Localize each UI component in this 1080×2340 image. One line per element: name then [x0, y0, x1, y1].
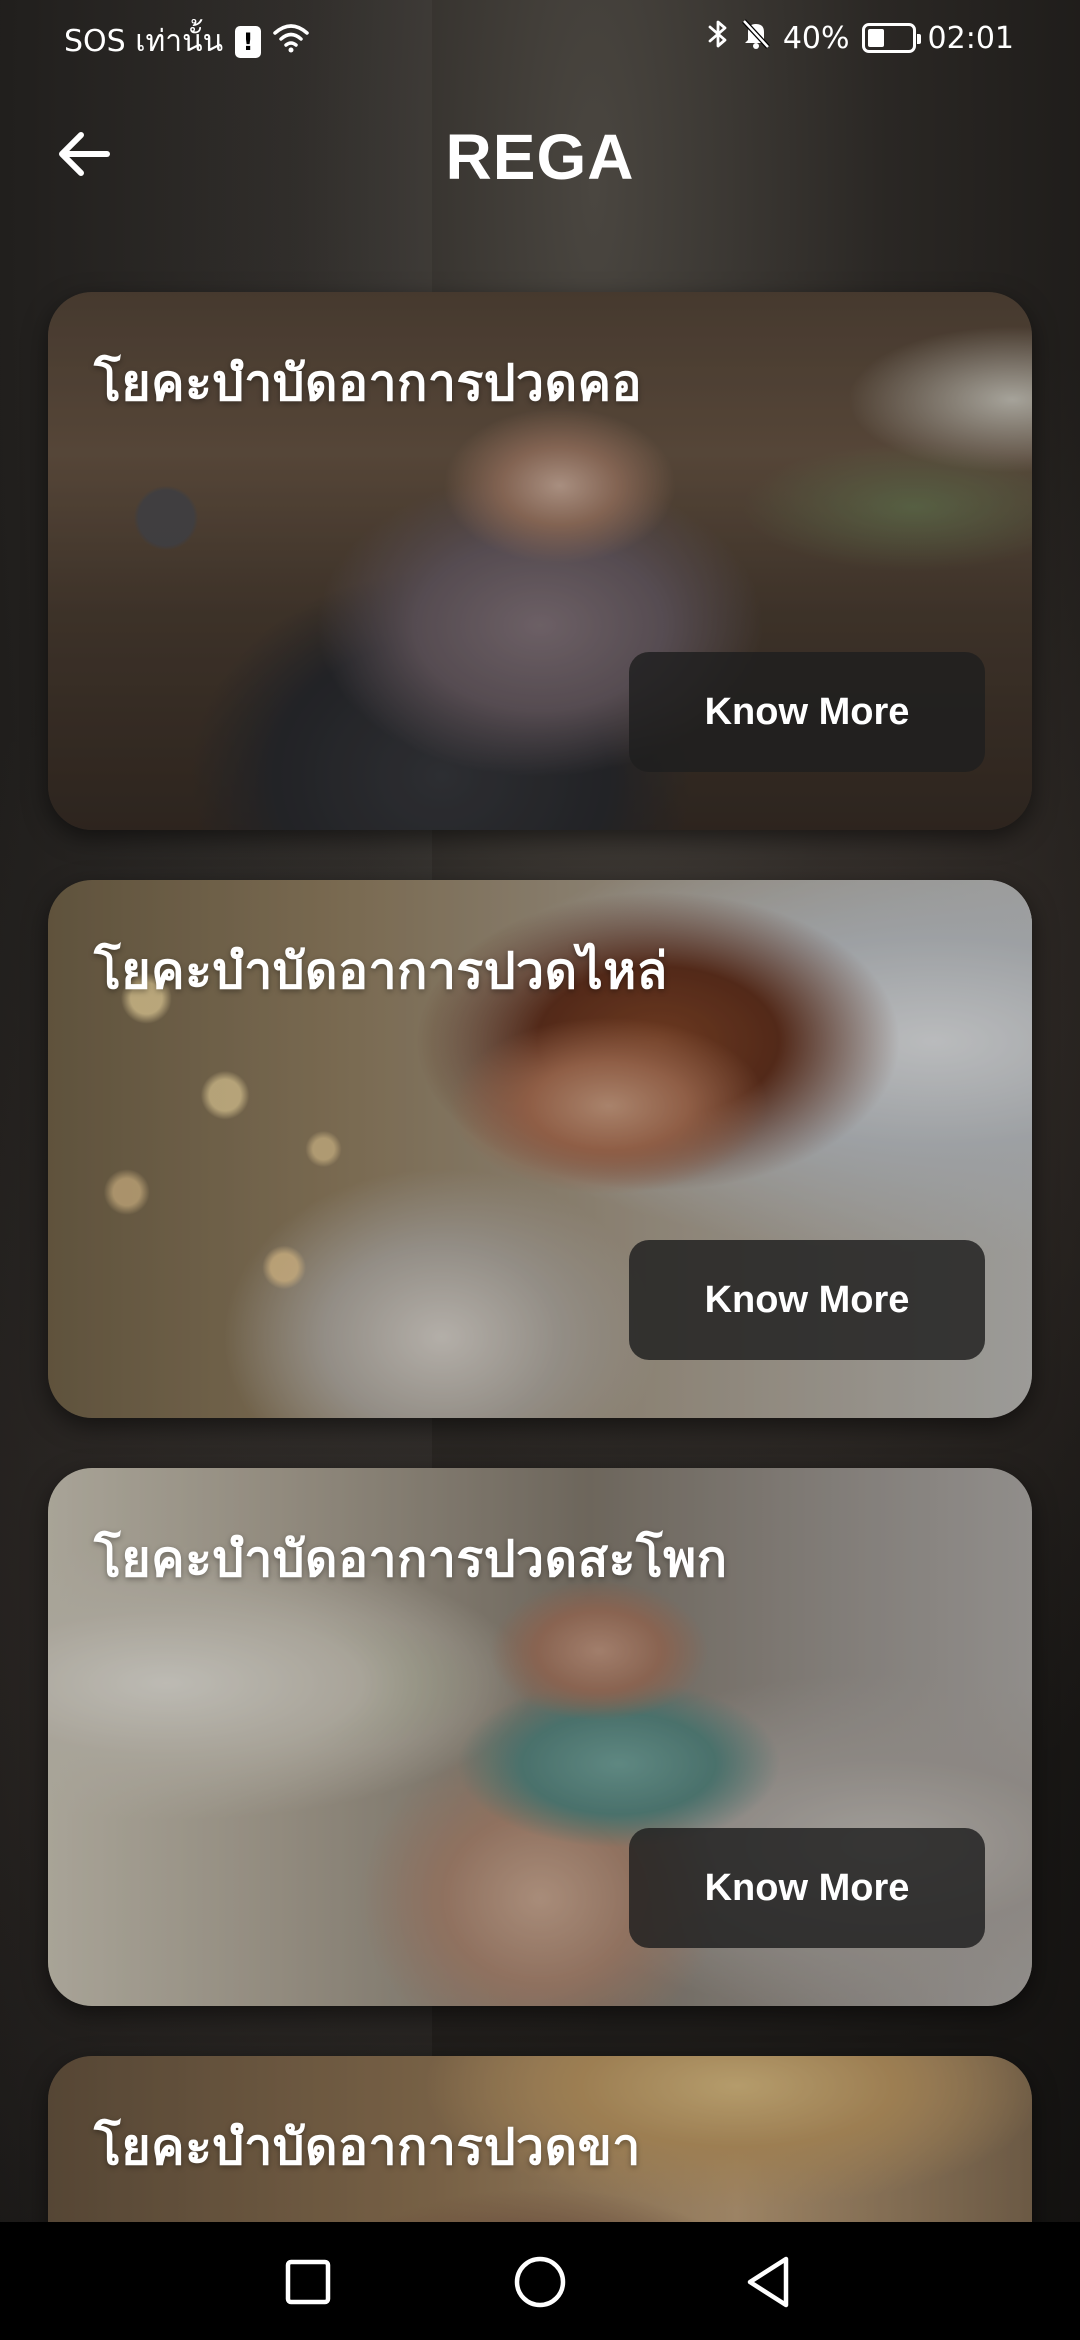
status-left: SOS เท่านั้น ! — [64, 18, 309, 65]
card-title: โยคะบำบัดอาการปวดคอ — [94, 354, 643, 412]
card-hip-pain[interactable]: โยคะบำบัดอาการปวดสะโพก Know More — [48, 1468, 1032, 2006]
know-more-button[interactable]: Know More — [629, 1828, 985, 1948]
carrier-text: SOS เท่านั้น — [64, 24, 224, 59]
card-shoulder-pain[interactable]: โยคะบำบัดอาการปวดไหล่ Know More — [48, 880, 1032, 1418]
card-neck-pain[interactable]: โยคะบำบัดอาการปวดคอ Know More — [48, 292, 1032, 830]
wifi-icon — [273, 23, 309, 61]
recents-button[interactable] — [268, 2242, 348, 2322]
page-title: REGA — [445, 121, 635, 193]
status-bar: SOS เท่านั้น ! 40% 02:01 — [0, 0, 1080, 75]
sim-alert-icon: ! — [235, 25, 262, 58]
battery-percent: 40% — [782, 20, 850, 56]
app-screen: SOS เท่านั้น ! 40% 02:01 REGA โยคะบำบัดอ… — [0, 0, 1080, 2340]
card-title: โยคะบำบัดอาการปวดสะโพก — [94, 1530, 728, 1588]
know-more-button[interactable]: Know More — [629, 1240, 985, 1360]
system-nav-bar — [0, 2222, 1080, 2340]
clock: 02:01 — [927, 20, 1014, 56]
card-title: โยคะบำบัดอาการปวดไหล่ — [94, 942, 668, 1000]
home-button[interactable] — [500, 2242, 580, 2322]
battery-icon — [861, 23, 921, 53]
bell-off-icon — [741, 18, 771, 58]
know-more-button[interactable]: Know More — [629, 652, 985, 772]
nav-back-button[interactable] — [728, 2242, 808, 2322]
recents-square-icon — [285, 2259, 331, 2305]
bluetooth-icon — [707, 18, 729, 58]
status-right: 40% 02:01 — [707, 18, 1014, 58]
back-triangle-icon — [747, 2256, 789, 2308]
home-circle-icon — [514, 2256, 566, 2308]
card-title: โยคะบำบัดอาการปวดขา — [94, 2118, 641, 2176]
